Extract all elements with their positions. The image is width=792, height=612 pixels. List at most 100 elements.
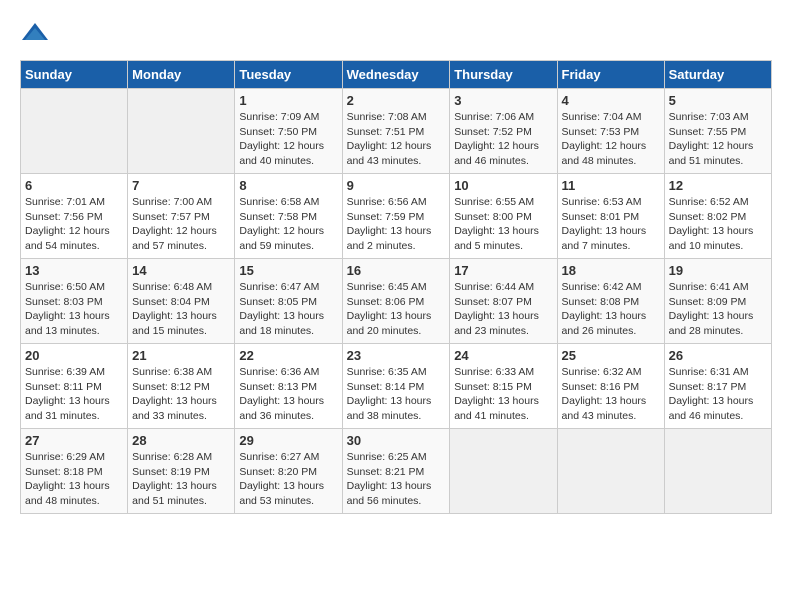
cell-info: Sunrise: 6:45 AM Sunset: 8:06 PM Dayligh… (347, 280, 446, 339)
calendar-week-row: 6 Sunrise: 7:01 AM Sunset: 7:56 PM Daylig… (21, 174, 772, 259)
page-header (20, 20, 772, 50)
calendar-cell: 16 Sunrise: 6:45 AM Sunset: 8:06 PM Dayli… (342, 259, 450, 344)
calendar-cell: 5 Sunrise: 7:03 AM Sunset: 7:55 PM Daylig… (664, 89, 771, 174)
weekday-monday: Monday (128, 61, 235, 89)
cell-info: Sunrise: 6:52 AM Sunset: 8:02 PM Dayligh… (669, 195, 767, 254)
calendar-cell: 9 Sunrise: 6:56 AM Sunset: 7:59 PM Daylig… (342, 174, 450, 259)
day-number: 7 (132, 178, 230, 193)
calendar-cell: 20 Sunrise: 6:39 AM Sunset: 8:11 PM Dayli… (21, 344, 128, 429)
calendar-cell: 30 Sunrise: 6:25 AM Sunset: 8:21 PM Dayli… (342, 429, 450, 514)
weekday-header-row: SundayMondayTuesdayWednesdayThursdayFrid… (21, 61, 772, 89)
day-number: 19 (669, 263, 767, 278)
cell-info: Sunrise: 6:41 AM Sunset: 8:09 PM Dayligh… (669, 280, 767, 339)
calendar-cell: 29 Sunrise: 6:27 AM Sunset: 8:20 PM Dayli… (235, 429, 342, 514)
day-number: 23 (347, 348, 446, 363)
calendar-cell: 6 Sunrise: 7:01 AM Sunset: 7:56 PM Daylig… (21, 174, 128, 259)
day-number: 8 (239, 178, 337, 193)
calendar-cell: 8 Sunrise: 6:58 AM Sunset: 7:58 PM Daylig… (235, 174, 342, 259)
weekday-friday: Friday (557, 61, 664, 89)
cell-info: Sunrise: 6:47 AM Sunset: 8:05 PM Dayligh… (239, 280, 337, 339)
calendar-cell: 2 Sunrise: 7:08 AM Sunset: 7:51 PM Daylig… (342, 89, 450, 174)
cell-info: Sunrise: 6:27 AM Sunset: 8:20 PM Dayligh… (239, 450, 337, 509)
calendar-cell: 7 Sunrise: 7:00 AM Sunset: 7:57 PM Daylig… (128, 174, 235, 259)
cell-info: Sunrise: 7:06 AM Sunset: 7:52 PM Dayligh… (454, 110, 552, 169)
cell-info: Sunrise: 7:01 AM Sunset: 7:56 PM Dayligh… (25, 195, 123, 254)
day-number: 5 (669, 93, 767, 108)
calendar-week-row: 1 Sunrise: 7:09 AM Sunset: 7:50 PM Daylig… (21, 89, 772, 174)
cell-info: Sunrise: 6:29 AM Sunset: 8:18 PM Dayligh… (25, 450, 123, 509)
day-number: 20 (25, 348, 123, 363)
cell-info: Sunrise: 6:33 AM Sunset: 8:15 PM Dayligh… (454, 365, 552, 424)
calendar-cell: 25 Sunrise: 6:32 AM Sunset: 8:16 PM Dayli… (557, 344, 664, 429)
calendar-cell: 13Sunrise: 6:50 AM Sunset: 8:03 PM Dayli… (21, 259, 128, 344)
calendar-cell: 21 Sunrise: 6:38 AM Sunset: 8:12 PM Dayli… (128, 344, 235, 429)
day-number: 14 (132, 263, 230, 278)
calendar-table: SundayMondayTuesdayWednesdayThursdayFrid… (20, 60, 772, 514)
calendar-cell: 3 Sunrise: 7:06 AM Sunset: 7:52 PM Daylig… (450, 89, 557, 174)
cell-info: Sunrise: 6:38 AM Sunset: 8:12 PM Dayligh… (132, 365, 230, 424)
calendar-cell (450, 429, 557, 514)
calendar-cell: 12Sunrise: 6:52 AM Sunset: 8:02 PM Dayli… (664, 174, 771, 259)
day-number: 21 (132, 348, 230, 363)
cell-info: Sunrise: 7:08 AM Sunset: 7:51 PM Dayligh… (347, 110, 446, 169)
cell-info: Sunrise: 6:44 AM Sunset: 8:07 PM Dayligh… (454, 280, 552, 339)
day-number: 11 (562, 178, 660, 193)
day-number: 27 (25, 433, 123, 448)
cell-info: Sunrise: 6:39 AM Sunset: 8:11 PM Dayligh… (25, 365, 123, 424)
calendar-cell (128, 89, 235, 174)
weekday-tuesday: Tuesday (235, 61, 342, 89)
day-number: 29 (239, 433, 337, 448)
cell-info: Sunrise: 6:25 AM Sunset: 8:21 PM Dayligh… (347, 450, 446, 509)
logo (20, 20, 52, 50)
day-number: 6 (25, 178, 123, 193)
day-number: 4 (562, 93, 660, 108)
weekday-sunday: Sunday (21, 61, 128, 89)
day-number: 25 (562, 348, 660, 363)
calendar-cell: 22 Sunrise: 6:36 AM Sunset: 8:13 PM Dayli… (235, 344, 342, 429)
day-number: 16 (347, 263, 446, 278)
calendar-cell: 14 Sunrise: 6:48 AM Sunset: 8:04 PM Dayli… (128, 259, 235, 344)
day-number: 30 (347, 433, 446, 448)
day-number: 24 (454, 348, 552, 363)
calendar-cell: 28Sunrise: 6:28 AM Sunset: 8:19 PM Dayli… (128, 429, 235, 514)
cell-info: Sunrise: 7:09 AM Sunset: 7:50 PM Dayligh… (239, 110, 337, 169)
day-number: 9 (347, 178, 446, 193)
cell-info: Sunrise: 6:35 AM Sunset: 8:14 PM Dayligh… (347, 365, 446, 424)
day-number: 10 (454, 178, 552, 193)
cell-info: Sunrise: 6:55 AM Sunset: 8:00 PM Dayligh… (454, 195, 552, 254)
cell-info: Sunrise: 7:03 AM Sunset: 7:55 PM Dayligh… (669, 110, 767, 169)
calendar-body: 1 Sunrise: 7:09 AM Sunset: 7:50 PM Daylig… (21, 89, 772, 514)
calendar-cell: 19 Sunrise: 6:41 AM Sunset: 8:09 PM Dayli… (664, 259, 771, 344)
calendar-week-row: 13Sunrise: 6:50 AM Sunset: 8:03 PM Dayli… (21, 259, 772, 344)
cell-info: Sunrise: 6:56 AM Sunset: 7:59 PM Dayligh… (347, 195, 446, 254)
cell-info: Sunrise: 6:58 AM Sunset: 7:58 PM Dayligh… (239, 195, 337, 254)
day-number: 1 (239, 93, 337, 108)
cell-info: Sunrise: 6:36 AM Sunset: 8:13 PM Dayligh… (239, 365, 337, 424)
logo-icon (20, 20, 50, 50)
weekday-wednesday: Wednesday (342, 61, 450, 89)
calendar-week-row: 20 Sunrise: 6:39 AM Sunset: 8:11 PM Dayli… (21, 344, 772, 429)
day-number: 2 (347, 93, 446, 108)
day-number: 13 (25, 263, 123, 278)
cell-info: Sunrise: 7:04 AM Sunset: 7:53 PM Dayligh… (562, 110, 660, 169)
day-number: 15 (239, 263, 337, 278)
calendar-cell (21, 89, 128, 174)
calendar-cell: 27 Sunrise: 6:29 AM Sunset: 8:18 PM Dayli… (21, 429, 128, 514)
cell-info: Sunrise: 7:00 AM Sunset: 7:57 PM Dayligh… (132, 195, 230, 254)
cell-info: Sunrise: 6:31 AM Sunset: 8:17 PM Dayligh… (669, 365, 767, 424)
weekday-thursday: Thursday (450, 61, 557, 89)
day-number: 3 (454, 93, 552, 108)
calendar-header: SundayMondayTuesdayWednesdayThursdayFrid… (21, 61, 772, 89)
calendar-cell: 18Sunrise: 6:42 AM Sunset: 8:08 PM Dayli… (557, 259, 664, 344)
cell-info: Sunrise: 6:48 AM Sunset: 8:04 PM Dayligh… (132, 280, 230, 339)
cell-info: Sunrise: 6:28 AM Sunset: 8:19 PM Dayligh… (132, 450, 230, 509)
calendar-cell: 24 Sunrise: 6:33 AM Sunset: 8:15 PM Dayli… (450, 344, 557, 429)
calendar-cell: 17Sunrise: 6:44 AM Sunset: 8:07 PM Dayli… (450, 259, 557, 344)
day-number: 22 (239, 348, 337, 363)
weekday-saturday: Saturday (664, 61, 771, 89)
calendar-week-row: 27 Sunrise: 6:29 AM Sunset: 8:18 PM Dayli… (21, 429, 772, 514)
calendar-cell: 10 Sunrise: 6:55 AM Sunset: 8:00 PM Dayli… (450, 174, 557, 259)
calendar-cell: 23 Sunrise: 6:35 AM Sunset: 8:14 PM Dayli… (342, 344, 450, 429)
calendar-cell (557, 429, 664, 514)
cell-info: Sunrise: 6:32 AM Sunset: 8:16 PM Dayligh… (562, 365, 660, 424)
